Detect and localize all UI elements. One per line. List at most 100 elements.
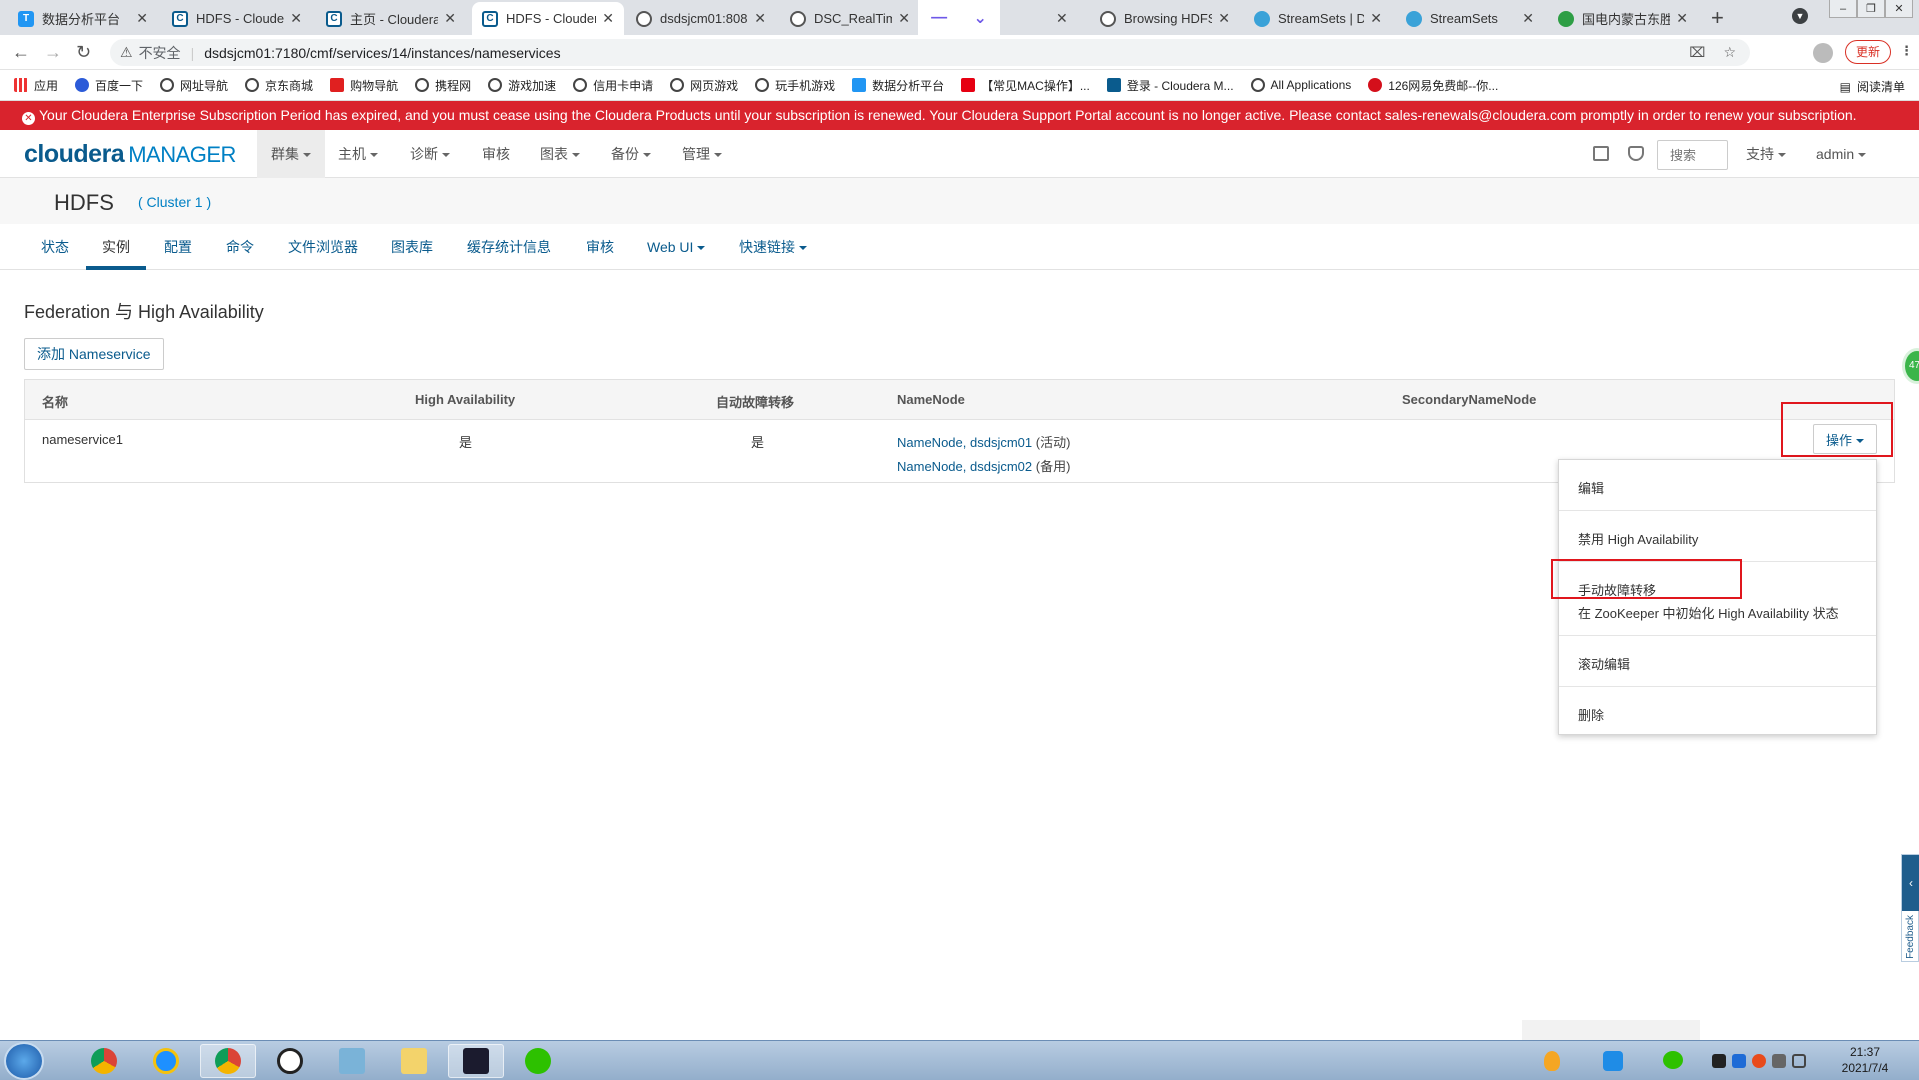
browser-tab[interactable]: StreamSets | Da ✕ bbox=[1244, 2, 1392, 35]
tab-chart-library[interactable]: 图表库 bbox=[391, 224, 433, 270]
bookmark-item[interactable]: 游戏加速 bbox=[488, 77, 556, 94]
bookmark-item[interactable]: All Applications bbox=[1250, 78, 1351, 92]
bookmark-item[interactable]: 数据分析平台 bbox=[852, 77, 944, 94]
bookmark-item[interactable]: 京东商城 bbox=[245, 77, 313, 94]
cloudera-manager-logo[interactable]: cloudera MANAGER bbox=[24, 140, 236, 169]
bookmark-item[interactable]: 百度一下 bbox=[75, 77, 143, 94]
tray-icon[interactable] bbox=[1752, 1054, 1766, 1068]
nav-administration[interactable]: 管理 bbox=[672, 130, 732, 178]
network-icon[interactable] bbox=[1772, 1054, 1786, 1068]
update-button[interactable]: 更新 bbox=[1845, 40, 1892, 64]
tab-web-ui[interactable]: Web UI bbox=[647, 224, 706, 270]
translate-icon[interactable]: ⌧ bbox=[1689, 44, 1705, 61]
fire-tray-icon[interactable] bbox=[1544, 1051, 1560, 1071]
wechat-tray-icon[interactable] bbox=[1663, 1051, 1683, 1069]
more-menu-icon[interactable]: ⋮ bbox=[1900, 43, 1913, 59]
minimize-window-button[interactable]: – bbox=[1829, 0, 1857, 18]
browser-tab[interactable]: Browsing HDFS ✕ bbox=[1090, 2, 1240, 35]
menu-item-roll-edits[interactable]: 滚动编辑 bbox=[1578, 654, 1630, 673]
browser-tab-fragment[interactable]: ✕ bbox=[1040, 2, 1095, 35]
close-icon[interactable]: ✕ bbox=[1370, 10, 1382, 27]
close-icon[interactable]: ✕ bbox=[1218, 10, 1230, 27]
new-tab-button[interactable]: + bbox=[1711, 5, 1724, 31]
close-icon[interactable]: ✕ bbox=[754, 10, 766, 27]
tab-search-icon[interactable]: ▼ bbox=[1792, 8, 1808, 24]
taskbar-chrome[interactable] bbox=[76, 1044, 132, 1078]
side-float-badge[interactable]: 47 bbox=[1902, 348, 1919, 384]
bookmark-item[interactable]: 购物导航 bbox=[330, 77, 398, 94]
close-icon[interactable]: ✕ bbox=[136, 10, 148, 27]
chevron-down-icon[interactable]: ⌄ bbox=[973, 8, 986, 28]
tab-instances[interactable]: 实例 bbox=[86, 224, 146, 270]
nav-user-menu[interactable]: admin bbox=[1806, 130, 1876, 178]
tab-configuration[interactable]: 配置 bbox=[164, 224, 192, 270]
menu-item-init-ha-zookeeper[interactable]: 在 ZooKeeper 中初始化 High Availability 状态 bbox=[1578, 603, 1839, 622]
reload-icon[interactable]: ↻ bbox=[76, 42, 91, 63]
tray-icon[interactable] bbox=[1712, 1054, 1726, 1068]
nav-hosts[interactable]: 主机 bbox=[328, 130, 388, 178]
warning-icon[interactable]: ⚠ bbox=[120, 44, 133, 61]
close-icon[interactable]: ✕ bbox=[602, 10, 614, 27]
close-icon[interactable]: ✕ bbox=[1056, 10, 1068, 27]
bookmark-item[interactable]: 网址导航 bbox=[160, 77, 228, 94]
parcels-icon[interactable] bbox=[1593, 146, 1609, 161]
taskbar-app[interactable] bbox=[324, 1044, 380, 1078]
taskbar-app[interactable] bbox=[262, 1044, 318, 1078]
tab-quick-links[interactable]: 快速链接 bbox=[739, 224, 807, 270]
url-text[interactable]: dsdsjcm01:7180/cmf/services/14/instances… bbox=[204, 45, 560, 61]
close-icon[interactable]: ✕ bbox=[1522, 10, 1534, 27]
cluster-link[interactable]: ( Cluster 1 ) bbox=[138, 194, 211, 210]
bookmark-item[interactable]: 登录 - Cloudera M... bbox=[1106, 77, 1234, 94]
nav-support[interactable]: 支持 bbox=[1736, 130, 1796, 178]
nav-backup[interactable]: 备份 bbox=[601, 130, 661, 178]
tab-file-browser[interactable]: 文件浏览器 bbox=[288, 224, 358, 270]
tab-commands[interactable]: 命令 bbox=[226, 224, 254, 270]
translate-tray-icon[interactable] bbox=[1603, 1051, 1623, 1071]
back-icon[interactable]: ← bbox=[12, 42, 30, 63]
volume-icon[interactable] bbox=[1792, 1054, 1806, 1068]
search-input[interactable] bbox=[1657, 140, 1728, 170]
close-icon[interactable]: ✕ bbox=[444, 10, 456, 27]
taskbar-chrome-active[interactable] bbox=[200, 1044, 256, 1078]
nav-clusters[interactable]: 群集 bbox=[257, 130, 325, 178]
taskbar-clock[interactable]: 21:37 2021/7/4 bbox=[1825, 1044, 1905, 1076]
bookmark-item[interactable]: 【常见MAC操作】... bbox=[961, 77, 1090, 94]
namenode-link[interactable]: NameNode, dsdsjcm01 bbox=[897, 435, 1032, 450]
tab-status[interactable]: 状态 bbox=[41, 224, 69, 270]
browser-tab[interactable]: C 主页 - Cloudera ✕ bbox=[316, 2, 466, 35]
taskbar-ie[interactable] bbox=[138, 1044, 194, 1078]
menu-item-disable-ha[interactable]: 禁用 High Availability bbox=[1578, 529, 1698, 548]
windows-start-button[interactable] bbox=[4, 1042, 44, 1080]
reading-list[interactable]: ▤ 阅读清单 bbox=[1840, 78, 1905, 95]
bookmark-item[interactable]: 126网易免费邮--你... bbox=[1368, 77, 1498, 94]
close-icon[interactable]: ✕ bbox=[898, 10, 910, 27]
add-nameservice-button[interactable]: 添加 Nameservice bbox=[24, 338, 164, 370]
close-icon[interactable]: ✕ bbox=[290, 10, 302, 27]
browser-tab[interactable]: C HDFS - Cloudera✕ bbox=[162, 2, 312, 35]
tab-cache-statistics[interactable]: 缓存统计信息 bbox=[467, 224, 551, 270]
forward-icon[interactable]: → bbox=[44, 42, 62, 63]
address-bar[interactable]: ⚠ 不安全 | dsdsjcm01:7180/cmf/services/14/i… bbox=[110, 39, 1750, 66]
taskbar-wechat[interactable] bbox=[510, 1044, 566, 1078]
nav-diagnostics[interactable]: 诊断 bbox=[400, 130, 460, 178]
bookmark-star-icon[interactable]: ☆ bbox=[1723, 44, 1736, 61]
bookmark-item[interactable]: 玩手机游戏 bbox=[755, 77, 835, 94]
bookmark-apps[interactable]: 应用 bbox=[14, 77, 58, 94]
security-label[interactable]: 不安全 bbox=[139, 43, 181, 63]
commands-icon[interactable] bbox=[1628, 146, 1644, 161]
browser-tab[interactable]: StreamSets ✕ bbox=[1396, 2, 1544, 35]
bookmark-item[interactable]: 携程网 bbox=[415, 77, 471, 94]
browser-tab[interactable]: 国电内蒙古东胜 ✕ bbox=[1548, 2, 1698, 35]
restore-window-button[interactable]: ❐ bbox=[1857, 0, 1885, 18]
tray-icon[interactable] bbox=[1732, 1054, 1746, 1068]
browser-tab-active[interactable]: C HDFS - Cloudera ✕ bbox=[472, 2, 624, 35]
minimize-icon[interactable]: — bbox=[931, 9, 947, 27]
browser-tab[interactable]: dsdsjcm01:8088 ✕ bbox=[626, 2, 776, 35]
namenode-link[interactable]: NameNode, dsdsjcm02 bbox=[897, 459, 1032, 474]
menu-item-edit[interactable]: 编辑 bbox=[1578, 478, 1604, 497]
nav-charts[interactable]: 图表 bbox=[530, 130, 590, 178]
bookmark-item[interactable]: 网页游戏 bbox=[670, 77, 738, 94]
browser-tab[interactable]: T 数据分析平台 ✕ bbox=[8, 2, 158, 35]
tab-audits[interactable]: 审核 bbox=[586, 224, 614, 270]
menu-item-delete[interactable]: 删除 bbox=[1578, 705, 1604, 724]
